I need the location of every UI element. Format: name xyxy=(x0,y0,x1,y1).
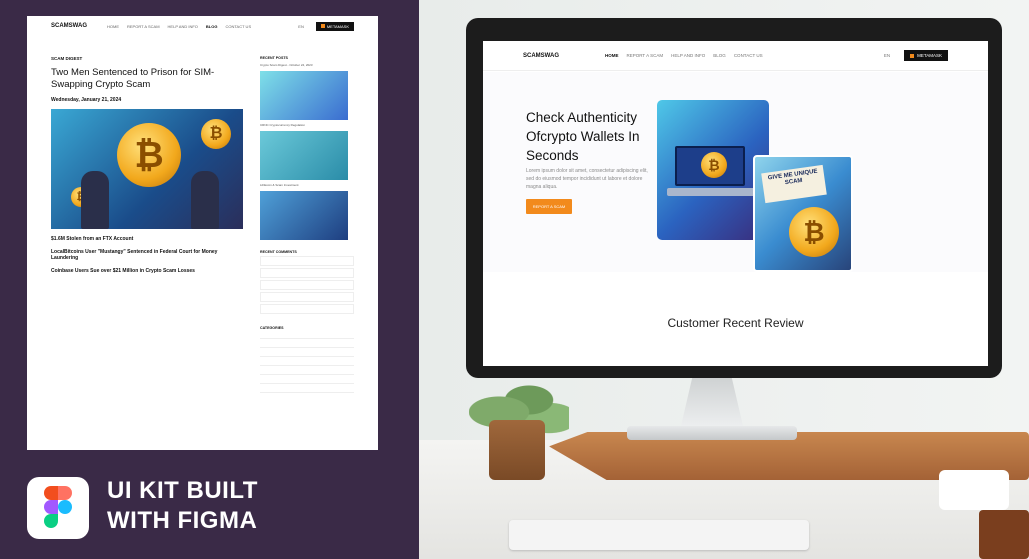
monitor-frame: SCAMSWAG HOME REPORT A SCAM HELP AND INF… xyxy=(466,18,1002,378)
hero-title: Check Authenticity Ofcrypto Wallets In S… xyxy=(526,110,640,163)
blog-logo[interactable]: SCAMSWAG xyxy=(51,23,87,29)
recent-post-title[interactable]: CRNC Cryptocurrency Regulation xyxy=(260,123,354,127)
recent-posts-title: RECENT POSTS xyxy=(260,56,288,60)
hero-text: Lorem ipsum dolor sit amet, consectetur … xyxy=(526,168,648,190)
blog-page-preview: SCAMSWAG HOME REPORT A SCAM HELP AND INF… xyxy=(27,16,378,450)
metamask-fox-icon xyxy=(910,53,915,58)
monitor-foot xyxy=(627,426,797,440)
blog-nav-report[interactable]: REPORT A SCAM xyxy=(127,24,160,29)
metamask-fox-icon xyxy=(320,24,325,28)
article-headline-2[interactable]: LocalBitcoins User "Mustangy" Sentenced … xyxy=(51,249,243,261)
blog-language-selector[interactable]: EN xyxy=(298,24,304,29)
article-title: Two Men Sentenced to Prison for SIM-Swap… xyxy=(51,67,215,90)
category-item[interactable] xyxy=(260,384,354,393)
promo-headline-line1: UI KIT BUILT xyxy=(107,477,258,504)
blog-nav-blog[interactable]: BLOG xyxy=(206,24,218,29)
category-item[interactable] xyxy=(260,348,354,357)
blog-nav-help[interactable]: HELP AND INFO xyxy=(168,24,198,29)
comment-item[interactable] xyxy=(260,304,354,314)
plant-pot xyxy=(489,420,545,480)
hero-illustration-sign: GIVE ME UNIQUE SCAM ₿ xyxy=(753,155,853,272)
category-item[interactable] xyxy=(260,330,354,339)
blog-metamask-label: METAMASK xyxy=(326,23,349,29)
site-nav-contact[interactable]: CONTACT US xyxy=(734,53,763,58)
comment-item[interactable] xyxy=(260,292,354,302)
bitcoin-coin-icon: ₿ xyxy=(117,123,181,187)
desktop-mockup-photo: SCAMSWAG HOME REPORT A SCAM HELP AND INF… xyxy=(419,0,1029,559)
hooded-thief-figure xyxy=(81,171,109,229)
category-item[interactable] xyxy=(260,366,354,375)
desk-mug xyxy=(979,510,1029,559)
bitcoin-coin-icon: ₿ xyxy=(789,207,839,257)
site-nav-help[interactable]: HELP AND INFO xyxy=(671,53,705,58)
site-nav-home[interactable]: HOME xyxy=(605,53,619,58)
keyboard xyxy=(509,520,809,550)
article-headline-1[interactable]: $1.6M Stolen from an FTX Account xyxy=(51,236,243,242)
article-headline-3[interactable]: Coinbase Users Sue over $21 Million in C… xyxy=(51,268,243,274)
laptop-base xyxy=(667,188,757,196)
recent-post-thumbnail[interactable] xyxy=(260,191,348,240)
site-metamask-label: METAMASK xyxy=(917,53,942,58)
site-homepage-preview: SCAMSWAG HOME REPORT A SCAM HELP AND INF… xyxy=(483,41,988,366)
site-language-selector[interactable]: EN xyxy=(884,53,890,58)
article-date: Wednesday, January 21, 2024 xyxy=(51,97,122,103)
bitcoin-coin-icon: ₿ xyxy=(201,119,231,149)
hero-section: Check Authenticity Ofcrypto Wallets In S… xyxy=(483,72,988,272)
report-scam-button[interactable]: REPORT A SCAM xyxy=(526,199,572,214)
reviews-section-title: Customer Recent Review xyxy=(667,316,804,330)
recent-post-title[interactable]: LiFEcoin & Scam Investment xyxy=(260,183,354,187)
promo-panel: SCAMSWAG HOME REPORT A SCAM HELP AND INF… xyxy=(0,0,419,559)
category-item[interactable] xyxy=(260,375,354,384)
blog-nav-contact[interactable]: CONTACT US xyxy=(225,24,251,29)
promo-headline-line2: WITH FIGMA xyxy=(107,507,258,534)
bitcoin-coin-icon: ₿ xyxy=(701,152,727,178)
site-metamask-button[interactable]: METAMASK xyxy=(904,50,948,61)
recent-comments-title: RECENT COMMENTS xyxy=(260,250,297,254)
site-navbar: SCAMSWAG HOME REPORT A SCAM HELP AND INF… xyxy=(483,41,988,71)
category-item[interactable] xyxy=(260,339,354,348)
recent-post-title[interactable]: Crypto Scam Digest - October 24, 2023 xyxy=(260,63,354,67)
recent-post-thumbnail[interactable] xyxy=(260,131,348,180)
desk-cup xyxy=(939,470,1009,510)
category-item[interactable] xyxy=(260,357,354,366)
blog-navbar: SCAMSWAG HOME REPORT A SCAM HELP AND INF… xyxy=(27,16,378,36)
article-kicker: SCAM DIGEST xyxy=(51,56,83,61)
site-nav-blog[interactable]: BLOG xyxy=(713,53,726,58)
blog-article: SCAM DIGEST Two Men Sentenced to Prison … xyxy=(51,56,243,279)
site-nav-report[interactable]: REPORT A SCAM xyxy=(627,53,664,58)
figma-logo-icon xyxy=(27,477,89,539)
article-hero-image: ₿ ₿ ₿ xyxy=(51,109,243,229)
site-logo[interactable]: SCAMSWAG xyxy=(523,53,559,59)
comment-item[interactable] xyxy=(260,268,354,278)
comment-item[interactable] xyxy=(260,280,354,290)
blog-sidebar: RECENT POSTS Crypto Scam Digest - Octobe… xyxy=(260,56,354,393)
blog-metamask-button[interactable]: METAMASK xyxy=(315,21,354,31)
recent-post-thumbnail[interactable] xyxy=(260,71,348,120)
promo-headline: UI KIT BUILT WITH FIGMA xyxy=(107,476,258,536)
scam-sign: GIVE ME UNIQUE SCAM xyxy=(761,164,827,204)
hooded-thief-figure xyxy=(191,171,219,229)
comment-item[interactable] xyxy=(260,256,354,266)
blog-nav-home[interactable]: HOME xyxy=(107,24,119,29)
